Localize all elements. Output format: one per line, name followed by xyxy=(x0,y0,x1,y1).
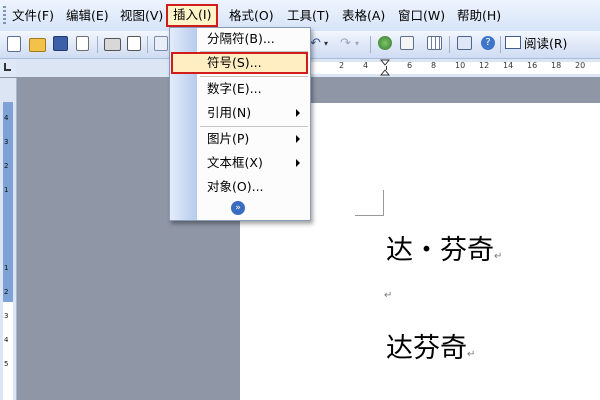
menu-item-label: 分隔符(B)... xyxy=(207,31,275,46)
ruler-number: 4 xyxy=(363,61,369,70)
undo-dropdown-icon[interactable]: ▾ xyxy=(324,35,328,53)
read-button[interactable]: 阅读(R) xyxy=(505,35,567,53)
menu-tools[interactable]: 工具(T) xyxy=(284,5,332,26)
print-preview-icon[interactable] xyxy=(127,36,141,51)
menu-item-reference[interactable]: 引用(N) xyxy=(171,102,308,124)
new-document-icon[interactable] xyxy=(7,36,21,52)
indent-marker-icon[interactable] xyxy=(380,59,390,77)
document-line-2[interactable]: 达芬奇↵ xyxy=(386,326,475,365)
ruler-number: 1 xyxy=(4,186,9,194)
menu-view[interactable]: 视图(V) xyxy=(117,5,166,26)
menu-bar-grip[interactable] xyxy=(3,6,6,25)
redo-icon[interactable]: ↷ xyxy=(340,35,351,53)
read-icon xyxy=(505,36,521,49)
ruler-number: 5 xyxy=(4,360,9,368)
menu-item-label: 图片(P) xyxy=(207,131,250,146)
menu-insert[interactable]: 插入(I) xyxy=(166,4,219,27)
document-map-icon[interactable] xyxy=(457,36,472,50)
ruler-number: 18 xyxy=(551,61,562,70)
menu-item-label: 数字(E)... xyxy=(207,81,262,96)
menu-window[interactable]: 窗口(W) xyxy=(395,5,448,26)
ruler-number: 2 xyxy=(4,162,9,170)
tables-borders-icon[interactable] xyxy=(400,36,414,50)
menu-edit[interactable]: 编辑(E) xyxy=(63,5,112,26)
insert-menu: 分隔符(B)... 符号(S)... 数字(E)... 引用(N) 图片(P) … xyxy=(169,27,311,221)
submenu-arrow-icon xyxy=(296,159,300,167)
left-tab-icon xyxy=(4,63,11,71)
permission-icon[interactable] xyxy=(76,36,89,51)
redo-dropdown-icon[interactable]: ▾ xyxy=(355,35,359,53)
hyperlink-icon[interactable] xyxy=(378,36,392,50)
toolbar-separator xyxy=(147,36,148,53)
paragraph-mark: ↵ xyxy=(467,349,476,360)
save-icon[interactable] xyxy=(53,36,68,51)
menu-file[interactable]: 文件(F) xyxy=(9,5,57,26)
toolbar-separator xyxy=(370,36,371,53)
paragraph-mark: ↵ xyxy=(384,290,393,301)
margin-corner-mark xyxy=(383,190,384,216)
menu-item-label: 符号(S)... xyxy=(207,55,262,70)
ruler-number: 20 xyxy=(575,61,586,70)
vertical-ruler[interactable]: 4 3 2 1 1 2 3 4 5 xyxy=(0,78,17,400)
ruler-number: 2 xyxy=(4,288,9,296)
submenu-arrow-icon xyxy=(296,109,300,117)
help-icon[interactable]: ? xyxy=(481,36,495,50)
menu-separator xyxy=(200,76,308,77)
ruler-number: 8 xyxy=(431,61,437,70)
ruler-top-margin xyxy=(3,102,13,302)
menu-table[interactable]: 表格(A) xyxy=(339,5,388,26)
menu-separator xyxy=(200,126,308,127)
ruler-number: 12 xyxy=(479,61,490,70)
menu-help[interactable]: 帮助(H) xyxy=(454,5,504,26)
expand-menu-chevron-icon[interactable]: » xyxy=(231,201,245,215)
open-folder-icon[interactable] xyxy=(29,38,46,52)
menu-item-label: 文本框(X) xyxy=(207,155,263,170)
print-icon[interactable] xyxy=(104,38,121,51)
ruler-number: 1 xyxy=(4,264,9,272)
submenu-arrow-icon xyxy=(296,135,300,143)
undo-icon[interactable]: ↶ xyxy=(310,35,321,53)
spelling-icon[interactable] xyxy=(154,36,168,51)
insert-table-icon[interactable] xyxy=(427,36,442,50)
ruler-number: 3 xyxy=(4,312,9,320)
ruler-number: 10 xyxy=(455,61,466,70)
menu-item-label: 引用(N) xyxy=(207,105,252,120)
ruler-number: 4 xyxy=(4,336,9,344)
document-text: 达芬奇 xyxy=(386,333,467,364)
menu-item-picture[interactable]: 图片(P) xyxy=(171,128,308,150)
document-line-1[interactable]: 达・芬奇↵ xyxy=(386,228,502,267)
menu-format[interactable]: 格式(O) xyxy=(226,5,277,26)
read-button-label: 阅读(R) xyxy=(524,36,568,51)
menu-item-number[interactable]: 数字(E)... xyxy=(171,78,308,100)
ruler-number: 14 xyxy=(503,61,514,70)
ruler-number: 2 xyxy=(339,61,345,70)
menu-item-symbol[interactable]: 符号(S)... xyxy=(171,52,308,74)
ruler-number: 16 xyxy=(527,61,538,70)
menu-item-break[interactable]: 分隔符(B)... xyxy=(171,28,308,50)
margin-corner-mark xyxy=(355,215,384,216)
tab-selector[interactable] xyxy=(0,59,17,77)
ruler-number: 6 xyxy=(407,61,413,70)
ruler-number: 3 xyxy=(4,138,9,146)
toolbar-separator xyxy=(449,36,450,53)
toolbar-separator xyxy=(500,36,501,53)
menu-item-label: 对象(O)... xyxy=(207,179,264,194)
ruler-number: 4 xyxy=(4,114,9,122)
menu-item-textbox[interactable]: 文本框(X) xyxy=(171,152,308,174)
document-text: 达・芬奇 xyxy=(386,235,494,266)
paragraph-mark: ↵ xyxy=(494,251,503,262)
toolbar-separator xyxy=(97,36,98,53)
menu-item-object[interactable]: 对象(O)... xyxy=(171,176,308,198)
